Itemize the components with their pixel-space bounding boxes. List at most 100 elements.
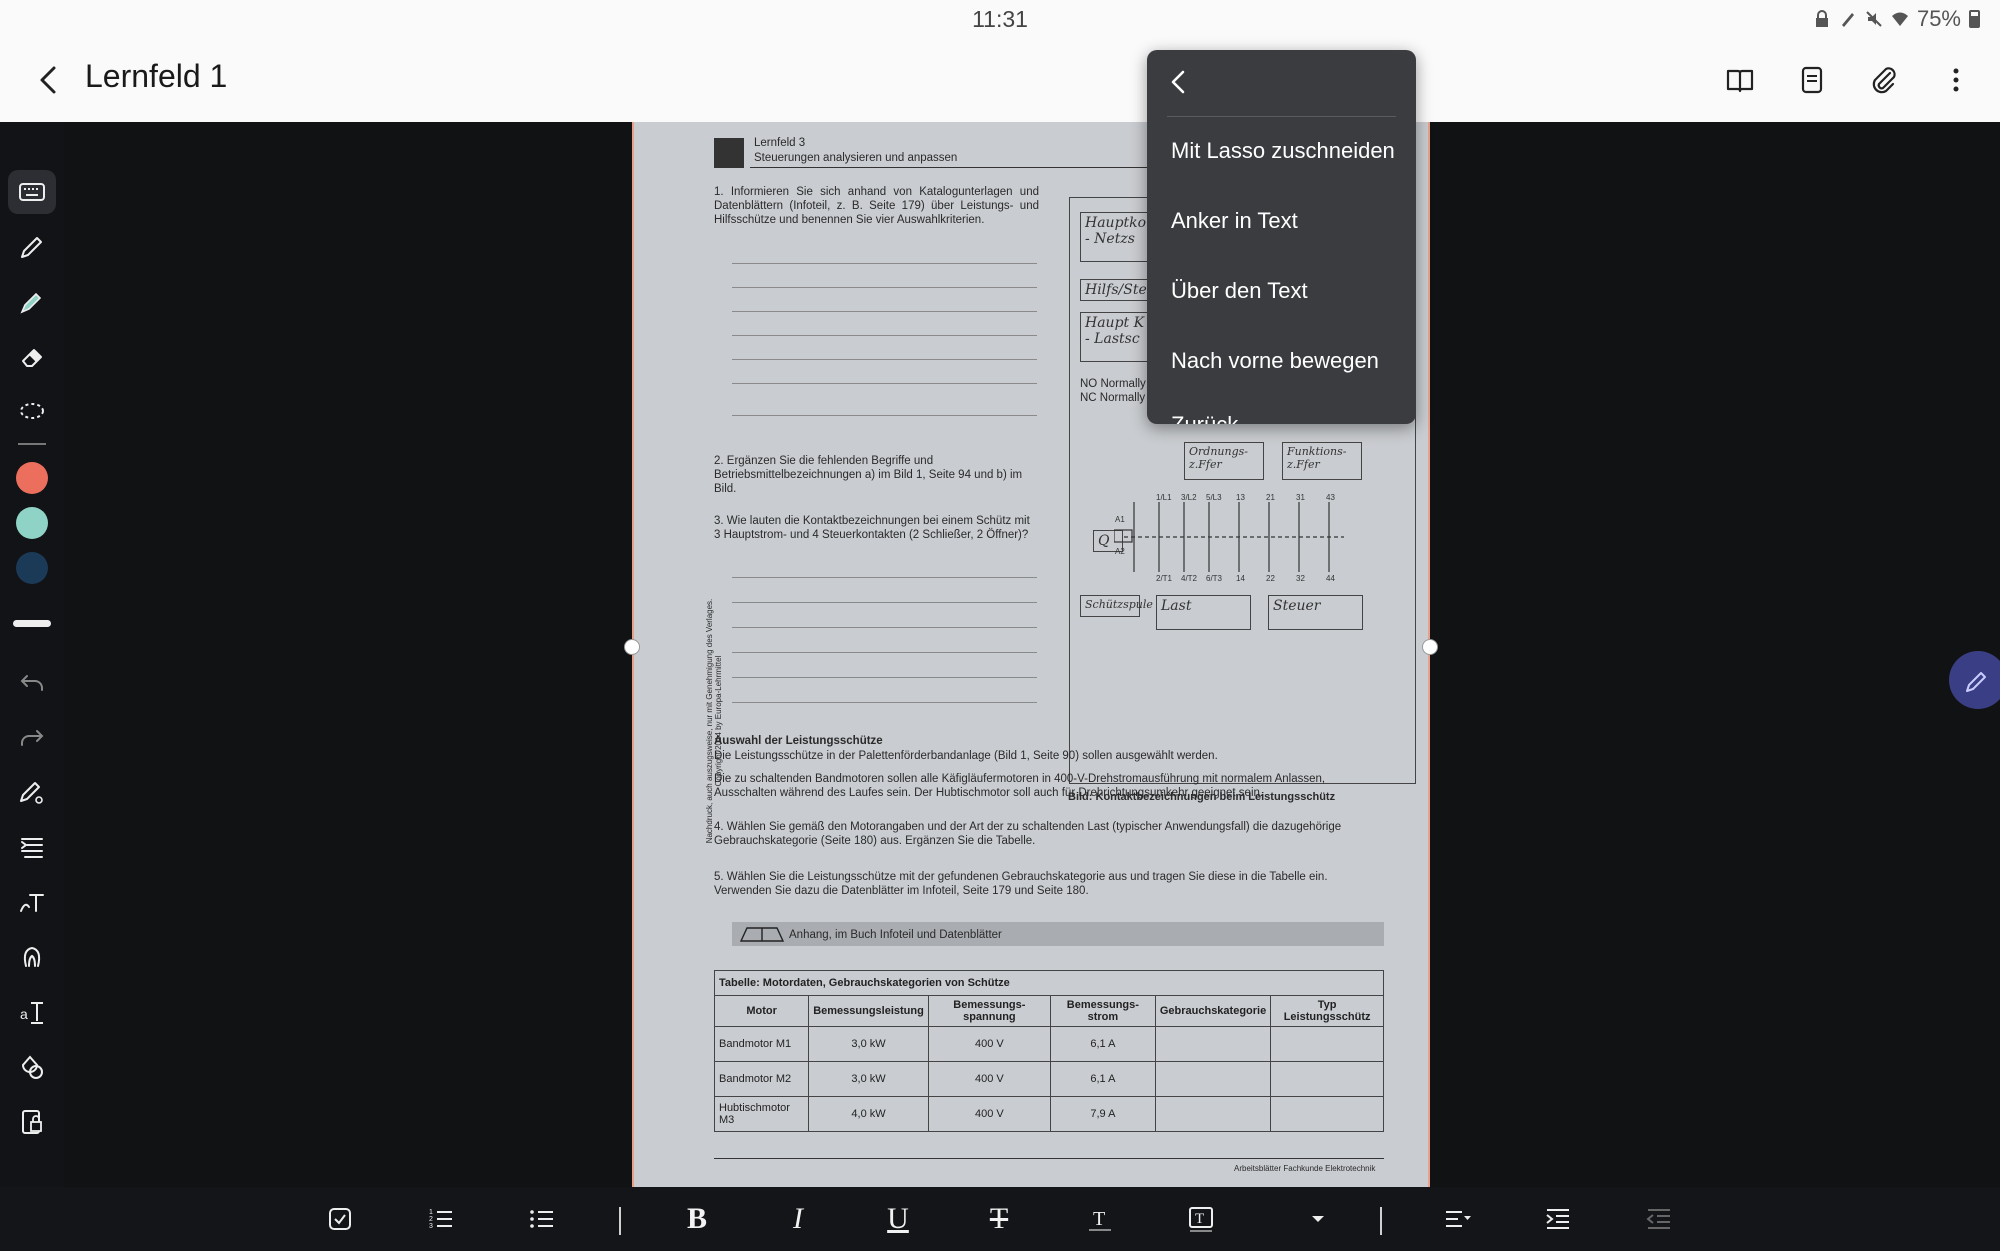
no-line: NO Normally: [1080, 378, 1146, 390]
menu-item-bring-forward[interactable]: Nach vorne bewegen: [1171, 348, 1379, 374]
svg-text:3: 3: [429, 1223, 433, 1230]
color-swatch-mint[interactable]: [16, 507, 48, 539]
checkbox-list-button[interactable]: [317, 1197, 363, 1241]
table-cell: Bandmotor M2: [713, 1061, 810, 1097]
copyright-note: Nachdruck, auch auszugsweise, nur mit Ge…: [705, 598, 723, 844]
table-cell: Bandmotor M1: [713, 1026, 810, 1062]
attach-button[interactable]: [1862, 58, 1906, 102]
resize-handle-left[interactable]: [624, 639, 640, 655]
svg-text:1: 1: [429, 1209, 433, 1216]
contact-label-top: 13: [1236, 493, 1245, 502]
menu-item-lasso-crop[interactable]: Mit Lasso zuschneiden: [1171, 138, 1395, 164]
table-cell: 400 V: [927, 1026, 1051, 1062]
table-row: Hubtischmotor M3 4,0 kW 400 V 7,9 A: [713, 1096, 1384, 1132]
app-actions: [1718, 58, 1978, 102]
svg-text:T: T: [1195, 1211, 1204, 1227]
keyboard-mode-button[interactable]: [8, 170, 56, 214]
handwriting-box-1: Hauptko - Netzs: [1080, 212, 1150, 262]
battery-icon: [1969, 10, 1980, 28]
table-cell: [1154, 1096, 1272, 1132]
highlighter-tool-button[interactable]: [8, 280, 56, 324]
lasso-tool-button[interactable]: [8, 390, 56, 434]
handwriting-text-icon: [20, 894, 44, 912]
more-options-button[interactable]: [1934, 58, 1978, 102]
menu-item-back[interactable]: Zurück: [1171, 412, 1238, 424]
eraser-tool-button[interactable]: [8, 335, 56, 379]
header-logo: [714, 138, 744, 168]
align-dropdown[interactable]: [1435, 1197, 1481, 1241]
section-text-1: Die Leistungsschütze in der Palettenförd…: [714, 750, 1218, 762]
bullet-list-button[interactable]: [519, 1197, 565, 1241]
floating-pen-button[interactable]: [1949, 651, 2000, 709]
note-title: Lernfeld 1: [85, 58, 228, 94]
back-arrow-icon[interactable]: [28, 60, 68, 100]
underline-button[interactable]: U: [875, 1197, 921, 1241]
pen-icon: [1966, 672, 1986, 692]
undo-button[interactable]: [8, 660, 56, 704]
table-cell: 400 V: [927, 1096, 1051, 1132]
redo-button[interactable]: [8, 715, 56, 759]
menu-divider: [1167, 116, 1396, 117]
handwriting-to-text-button[interactable]: [8, 880, 56, 924]
contact-label-top: 1/L1: [1156, 493, 1172, 502]
page-view-button[interactable]: [1790, 58, 1834, 102]
bold-button[interactable]: B: [674, 1197, 720, 1241]
nc-line: NC Normally: [1080, 392, 1146, 404]
lock-page-button[interactable]: [8, 1100, 56, 1144]
font-size-dropdown[interactable]: [1295, 1197, 1341, 1241]
text-background-button[interactable]: T: [1178, 1197, 1224, 1241]
color-swatch-navy[interactable]: [16, 552, 48, 584]
menu-item-anchor-in-text[interactable]: Anker in Text: [1171, 208, 1298, 234]
font-color-button[interactable]: T: [1077, 1197, 1123, 1241]
app-bar: Lernfeld 1: [0, 40, 2000, 122]
text-format-button[interactable]: [8, 825, 56, 869]
book-note-text: Anhang, im Buch Infoteil und Datenblätte…: [789, 929, 1002, 941]
section-title: Auswahl der Leistungsschütze: [714, 735, 883, 747]
svg-text:2: 2: [429, 1216, 433, 1223]
page-lock-icon: [22, 1110, 42, 1134]
toolbar-divider: [18, 443, 46, 445]
table-cell: Hubtischmotor M3: [713, 1096, 810, 1132]
indent-icon: [1546, 1209, 1569, 1229]
table-cell: 6,1 A: [1049, 1061, 1156, 1097]
contact-label-bottom: 6/T3: [1206, 574, 1223, 582]
numbered-list-button[interactable]: 123: [418, 1197, 464, 1241]
pen-settings-icon: [20, 782, 43, 804]
pen-tool-button[interactable]: [8, 225, 56, 269]
caret-down-icon: [1312, 1216, 1324, 1222]
table-header: Gebrauchskategorie: [1154, 995, 1272, 1027]
pen-settings-button[interactable]: [8, 770, 56, 814]
shape-tool-button[interactable]: [8, 935, 56, 979]
question-4: 4. Wählen Sie gemäß den Motorangaben und…: [714, 821, 1342, 847]
resize-handle-right[interactable]: [1422, 639, 1438, 655]
toolbar-divider: [619, 1207, 621, 1235]
strikethrough-button[interactable]: T: [976, 1197, 1022, 1241]
pen-icon: [21, 237, 42, 258]
italic-button[interactable]: I: [775, 1197, 821, 1241]
color-swatch-coral[interactable]: [16, 462, 48, 494]
handwriting-box-3: Haupt K - Lastsc: [1080, 312, 1150, 362]
fill-tool-button[interactable]: [8, 1045, 56, 1089]
handwriting-spule: Schützspule: [1080, 595, 1153, 617]
status-bar: 11:31 75%: [0, 0, 2000, 40]
table-cell: 4,0 kW: [808, 1096, 929, 1132]
battery-percent: 75%: [1916, 6, 1961, 31]
motor-data-table: Tabelle: Motordaten, Gebrauchskategorien…: [713, 970, 1384, 1132]
menu-item-over-text[interactable]: Über den Text: [1171, 278, 1308, 304]
indent-button[interactable]: [1535, 1197, 1581, 1241]
book-view-button[interactable]: [1718, 58, 1762, 102]
contact-label-top: 43: [1326, 493, 1335, 502]
stroke-thickness-indicator[interactable]: [13, 620, 51, 627]
svg-text:T: T: [1093, 1208, 1105, 1230]
outdent-button[interactable]: [1636, 1197, 1682, 1241]
handwriting-ordnung: Ordnungs- z.Ffer: [1184, 442, 1264, 480]
menu-back-icon[interactable]: [1163, 66, 1195, 98]
handwriting-last: Last: [1156, 595, 1251, 630]
text-box-button[interactable]: a: [8, 990, 56, 1034]
highlighter-icon: [20, 292, 42, 314]
svg-text:a: a: [20, 1006, 28, 1022]
table-row: Bandmotor M1 3,0 kW 400 V 6,1 A: [713, 1026, 1384, 1062]
bold-icon: B: [686, 1202, 707, 1235]
document-icon: [1801, 66, 1823, 94]
contact-label-bottom: 22: [1266, 574, 1275, 582]
